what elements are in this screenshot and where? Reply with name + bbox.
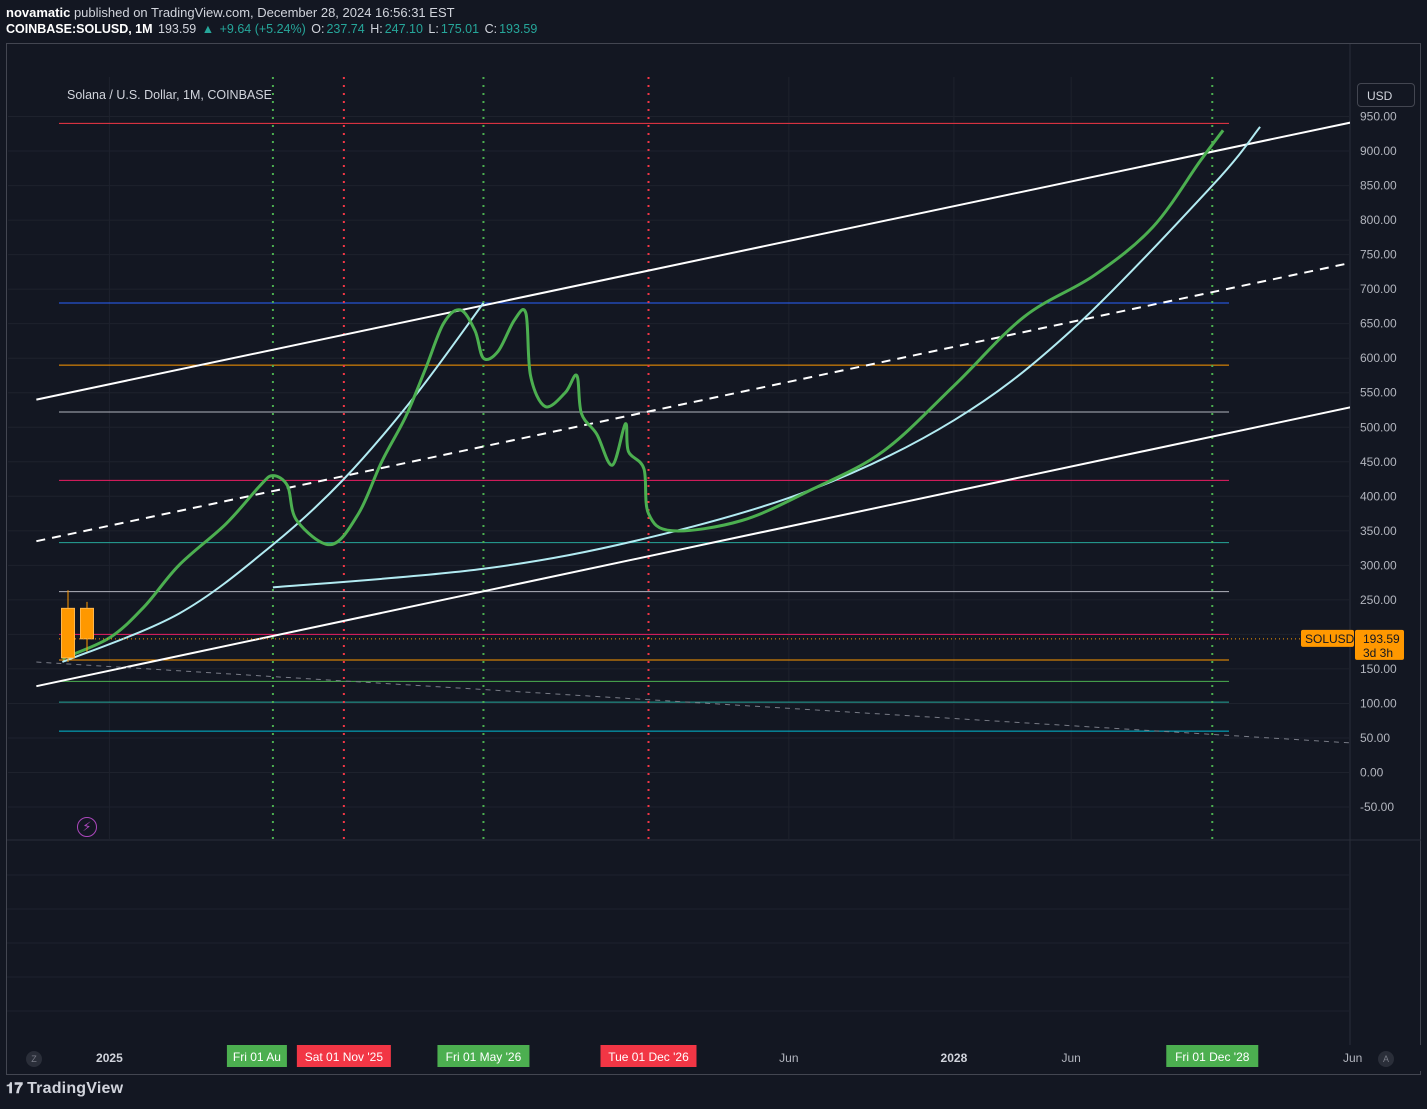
price-tick-label: 850.00 [1360,179,1397,193]
lightning-icon[interactable]: ⚡ [77,817,97,837]
price-tick-label: 50.00 [1360,731,1390,745]
price-tick-label: 950.00 [1360,110,1397,124]
time-tick-label: Jun [779,1051,798,1065]
price-tick-label: 650.00 [1360,317,1397,331]
growth-curve [272,126,1261,589]
channel-mid-line [36,261,1350,543]
price-tick-label: 800.00 [1360,213,1397,227]
price-tick-label: 400.00 [1360,489,1397,503]
declining-trend-line [36,661,1350,744]
time-tick-label: Jun [1343,1051,1362,1065]
tradingview-logo-icon: 𝟏𝟕 [6,1080,24,1097]
time-tick-label: 2025 [96,1051,123,1065]
price-tick-label: 150.00 [1360,662,1397,676]
price-tick-label: 350.00 [1360,524,1397,538]
currency-button[interactable]: USD [1357,83,1415,107]
price-chart[interactable]: 950.00 900.00 850.00 800.00 750.00 700.00 650.… [0,0,1427,1109]
brand-name: TradingView [27,1080,124,1097]
symbol-tag-label: SOLUSD [1305,632,1355,646]
date-marker-label: Tue 01 Dec '26 [608,1050,689,1064]
price-projection-path [61,129,1225,660]
date-marker-label: Fri 01 May '26 [446,1050,522,1064]
price-tick-label: 100.00 [1360,696,1397,710]
candle-body [61,607,75,659]
price-tick-label: 600.00 [1360,351,1397,365]
growth-curve [62,302,485,663]
price-tick-label: 300.00 [1360,558,1397,572]
price-tick-label: 700.00 [1360,282,1397,296]
auto-scale-button[interactable]: A [1378,1051,1394,1067]
date-marker-label: Fri 01 Dec '28 [1175,1050,1250,1064]
zoom-reset-button[interactable]: Z [26,1051,42,1067]
price-tick-label: 550.00 [1360,386,1397,400]
channel-lower-line [36,406,1350,688]
price-tick-label: 0.00 [1360,766,1384,780]
time-tick-label: Jun [1061,1051,1080,1065]
price-tick-label: -50.00 [1360,800,1394,814]
candle-body [80,607,94,640]
price-tag-value: 193.59 [1363,632,1400,646]
price-tag-countdown: 3d 3h [1363,646,1393,660]
price-tick-label: 450.00 [1360,455,1397,469]
chart-legend: Solana / U.S. Dollar, 1M, COINBASE [67,88,272,102]
price-tick-label: 500.00 [1360,420,1397,434]
time-tick-label: 2028 [941,1051,968,1065]
price-tick-label: 750.00 [1360,248,1397,262]
tradingview-logo[interactable]: 𝟏𝟕 TradingView [6,1080,123,1098]
date-marker-label: Fri 01 Au [233,1050,281,1064]
plot-area [8,77,1350,840]
date-marker-label: Sat 01 Nov '25 [305,1050,384,1064]
price-tick-label: 250.00 [1360,593,1397,607]
price-tick-label: 900.00 [1360,144,1397,158]
